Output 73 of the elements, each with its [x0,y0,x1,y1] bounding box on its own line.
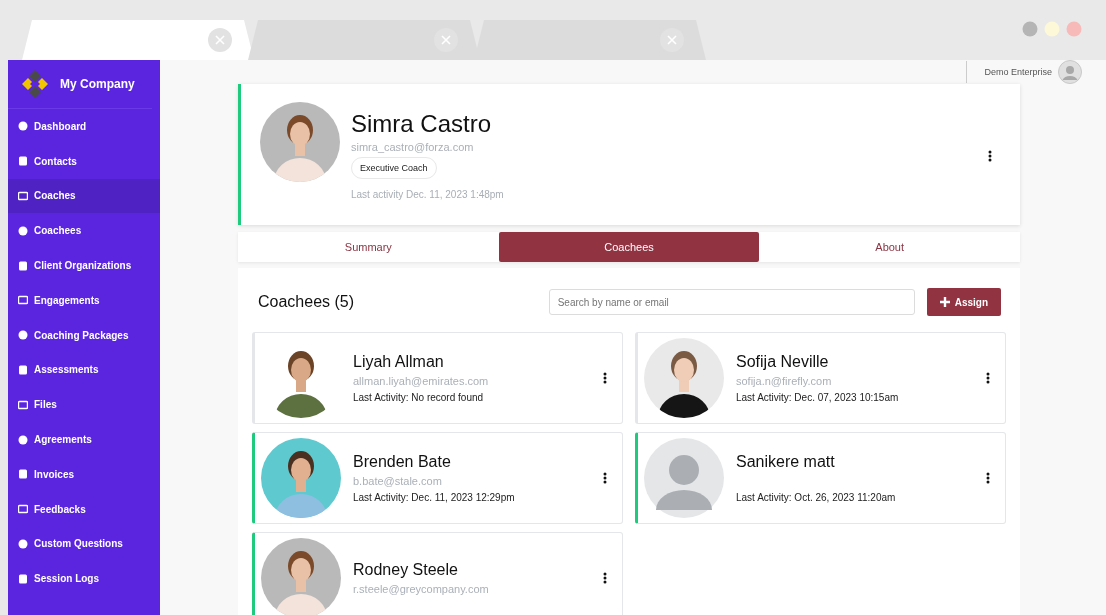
more-options-icon[interactable] [603,472,607,484]
menu-item-icon [18,399,28,410]
last-activity: Last Activity: Dec. 11, 2023 12:29pm [353,492,515,503]
company-name: My Company [60,77,135,91]
menu-item-icon [18,295,28,306]
coachee-name: Sanikere matt [736,453,836,471]
menu-item-icon [18,225,28,236]
last-activity: Last Activity: No record found [353,392,485,403]
sidebar-item[interactable]: Files [8,387,160,423]
coachee-card[interactable]: Rodney Steele r.steele@greycompany.com [252,532,623,615]
tab[interactable]: Coachees [498,232,760,262]
coachee-card[interactable]: Sofija Neville sofija.n@firefly.com Last Activity: Dec. 07, 2023 10:15am [635,332,1006,424]
user-avatar-icon[interactable] [1058,60,1082,84]
menu-item-icon [18,538,28,549]
assign-button[interactable]: Assign [926,288,1001,316]
coachee-email: allman.liyah@emirates.com [353,375,489,388]
coach-email: simra_castro@forza.com [351,141,474,153]
close-icon[interactable] [434,28,458,52]
browser-tab[interactable] [474,20,706,60]
close-icon[interactable] [660,28,684,52]
sidebar-item[interactable]: Client Organizations [8,248,160,283]
coachee-name: Sofija Neville [736,353,830,371]
account-name[interactable]: Demo Enterprise [966,61,1052,83]
tab[interactable]: About [759,232,1020,262]
search-field[interactable]: Search by name or email [548,289,915,315]
coachee-name: Brenden Bate [353,453,452,471]
sidebar-item[interactable]: Agreements [8,422,160,457]
coachee-email: sofija.n@firefly.com [736,375,833,388]
menu-item-icon [18,364,28,375]
menu-item-icon [18,260,28,271]
menu-item-icon [18,191,28,201]
sidebar-item[interactable]: Engagements [8,283,160,318]
menu-item-icon [18,504,28,515]
coachee-card[interactable]: Sanikere matt Last Activity: Oct. 26, 2023 11:20am [635,432,1006,524]
sidebar-item[interactable]: Custom Questions [8,526,160,562]
sidebar-item[interactable]: Coaches [8,178,160,214]
sidebar-item[interactable]: Assessments [8,352,160,388]
coachee-card[interactable]: Liyah Allman allman.liyah@emirates.com Last Activity: No record found [252,332,623,424]
last-activity: Last Activity: Dec. 07, 2023 10:15am [736,392,899,403]
plus-icon [939,297,950,307]
sidebar-item[interactable]: Coaching Packages [8,317,160,353]
coachee-name: Liyah Allman [353,353,445,371]
more-options-icon[interactable] [986,372,990,384]
coachee-card[interactable]: Brenden Bate b.bate@stale.com Last Activity: Dec. 11, 2023 12:29pm [252,432,623,524]
sidebar-item[interactable]: Feedbacks [8,491,160,527]
tab[interactable]: Summary [238,232,499,262]
more-options-icon[interactable] [603,572,607,584]
more-options-icon[interactable] [603,372,607,384]
close-icon[interactable] [208,28,232,52]
menu-item-icon [18,330,28,341]
sidebar-item[interactable]: Contacts [8,143,160,179]
coachee-email: r.steele@greycompany.com [353,582,489,596]
logo-icon [20,69,50,99]
more-options-icon[interactable] [988,150,992,162]
coachee-name: Rodney Steele [353,560,459,579]
sidebar-item[interactable]: Coachees [8,213,160,249]
sidebar-item[interactable]: Invoices [8,456,160,492]
more-options-icon[interactable] [986,472,990,484]
menu-item-icon [18,469,28,480]
last-activity: Last activity Dec. 11, 2023 1:48pm [351,189,504,200]
window-control-icon[interactable] [1066,21,1082,37]
menu-item-icon [18,573,28,584]
last-activity: Last Activity: Oct. 26, 2023 11:20am [736,492,896,503]
sidebar-item[interactable]: Session Logs [8,561,160,597]
coach-name: Simra Castro [351,110,492,138]
menu-item-icon [18,121,28,132]
section-title: Coachees (5) [258,293,356,311]
window-control-icon[interactable] [1022,21,1038,37]
menu-item-icon [18,156,28,167]
default-avatar-icon [644,438,724,518]
sidebar-item[interactable]: Dashboard [8,109,160,144]
coachee-email: b.bate@stale.com [353,475,443,488]
menu-item-icon [18,434,28,445]
